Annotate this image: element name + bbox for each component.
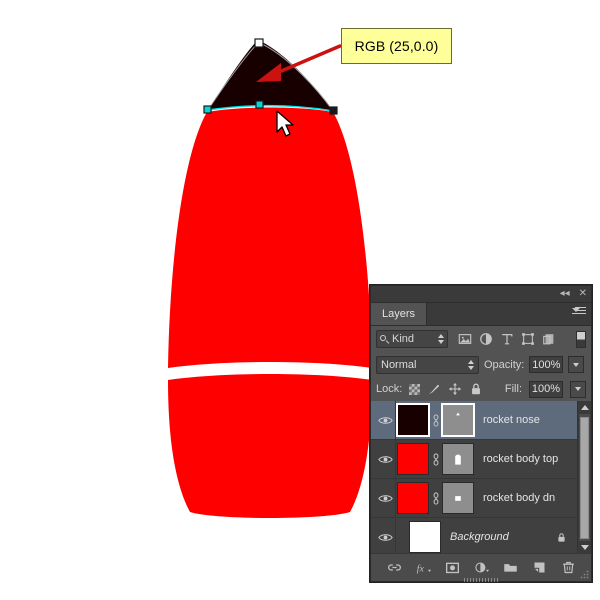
blend-mode-value: Normal bbox=[381, 358, 417, 371]
column-divider bbox=[395, 440, 396, 478]
mask-preview bbox=[443, 405, 473, 435]
layer-link-indicator-rocket-nose[interactable] bbox=[429, 413, 442, 427]
link-layers-icon[interactable] bbox=[387, 560, 402, 575]
new-layer-icon[interactable] bbox=[532, 560, 547, 575]
new-group-icon[interactable] bbox=[503, 560, 518, 575]
anchor-point-right bbox=[329, 106, 338, 115]
collapse-panel-icon[interactable]: ◂◂ bbox=[560, 289, 570, 299]
lock-label: Lock: bbox=[376, 383, 403, 395]
column-divider bbox=[395, 479, 396, 517]
layer-thumbnail-rocket-body-dn[interactable] bbox=[397, 482, 429, 514]
layers-panel[interactable]: ◂◂ ✕ Layers Kind Normal Opacity: 100% Lo… bbox=[370, 285, 592, 582]
eye-icon bbox=[377, 494, 393, 502]
type-layer-filter-icon[interactable] bbox=[500, 332, 514, 346]
layer-visibility-toggle-rocket-body-dn[interactable] bbox=[373, 493, 397, 504]
tab-layers-label: Layers bbox=[382, 308, 416, 320]
panel-tab-strip: Layers bbox=[371, 303, 591, 326]
layer-mask-rocket-body-dn[interactable] bbox=[442, 482, 474, 514]
lock-row: Lock: Fill: 100% bbox=[371, 377, 591, 402]
layers-panel-footer: fx bbox=[371, 553, 591, 582]
layer-row-rocket-nose[interactable]: rocket nose bbox=[371, 401, 591, 440]
rocket-body-top-shape bbox=[168, 107, 372, 368]
layer-locked-icon bbox=[558, 532, 565, 542]
filter-enable-toggle[interactable] bbox=[576, 330, 586, 348]
layer-name-rocket-body-top[interactable]: rocket body top bbox=[483, 453, 558, 465]
filter-kind-stepper-icon[interactable] bbox=[438, 334, 444, 344]
layer-row-rocket-body-top[interactable]: rocket body top bbox=[371, 440, 591, 479]
anchor-point-left bbox=[203, 105, 212, 114]
scroll-up-icon[interactable] bbox=[578, 401, 591, 414]
lock-position-icon[interactable] bbox=[448, 382, 462, 396]
layer-visibility-toggle-background[interactable] bbox=[373, 532, 397, 543]
eye-icon bbox=[377, 455, 393, 463]
blend-mode-stepper-icon[interactable] bbox=[468, 359, 474, 370]
layer-name-background[interactable]: Background bbox=[450, 531, 509, 543]
scrollbar-thumb[interactable] bbox=[580, 417, 589, 539]
tab-layers[interactable]: Layers bbox=[371, 303, 428, 325]
adjustment-layer-filter-icon[interactable] bbox=[479, 332, 493, 346]
mask-preview bbox=[443, 444, 473, 474]
anchor-point-mid bbox=[255, 100, 264, 109]
link-icon bbox=[433, 413, 438, 427]
panel-menu-caret-icon bbox=[572, 308, 580, 312]
search-icon bbox=[380, 334, 389, 344]
layer-name-rocket-body-dn[interactable]: rocket body dn bbox=[483, 492, 555, 504]
fill-dropdown-icon[interactable] bbox=[570, 380, 586, 398]
svg-text:fx: fx bbox=[416, 563, 424, 574]
fill-input[interactable]: 100% bbox=[529, 380, 563, 398]
eye-icon bbox=[377, 416, 393, 424]
close-panel-icon[interactable]: ✕ bbox=[579, 289, 587, 299]
layer-link-indicator-rocket-body-top[interactable] bbox=[429, 452, 442, 466]
layer-style-fx-icon[interactable]: fx bbox=[416, 560, 431, 575]
blend-mode-select[interactable]: Normal bbox=[376, 355, 479, 374]
eye-icon bbox=[377, 533, 393, 541]
opacity-input[interactable]: 100% bbox=[529, 356, 564, 373]
layer-link-indicator-rocket-body-dn[interactable] bbox=[429, 491, 442, 505]
layer-name-rocket-nose[interactable]: rocket nose bbox=[483, 414, 540, 426]
layers-list[interactable]: rocket nose rocket body top rocket body … bbox=[371, 401, 591, 554]
anchor-point-apex bbox=[254, 38, 264, 48]
delete-layer-icon[interactable] bbox=[561, 560, 576, 575]
panel-drag-handle[interactable] bbox=[464, 578, 498, 582]
panel-menu-icon[interactable] bbox=[572, 307, 586, 320]
shape-layer-filter-icon[interactable] bbox=[521, 332, 535, 346]
layer-mask-rocket-nose[interactable] bbox=[441, 403, 475, 437]
layer-mask-rocket-body-top[interactable] bbox=[442, 443, 474, 475]
layer-thumbnail-rocket-nose[interactable] bbox=[396, 403, 430, 437]
callout-label: RGB (25,0.0) bbox=[354, 38, 439, 54]
new-adjustment-layer-icon[interactable] bbox=[474, 560, 489, 575]
layer-visibility-toggle-rocket-body-top[interactable] bbox=[373, 454, 397, 465]
layer-row-rocket-body-dn[interactable]: rocket body dn bbox=[371, 479, 591, 518]
layers-scrollbar[interactable] bbox=[577, 401, 591, 554]
link-icon bbox=[433, 452, 438, 466]
column-divider bbox=[395, 401, 396, 439]
rgb-value-callout: RGB (25,0.0) bbox=[341, 28, 452, 64]
layer-thumbnail-rocket-body-top[interactable] bbox=[397, 443, 429, 475]
add-layer-mask-icon[interactable] bbox=[445, 560, 460, 575]
panel-titlebar: ◂◂ ✕ bbox=[371, 286, 591, 303]
opacity-dropdown-icon[interactable] bbox=[568, 356, 585, 373]
layer-thumbnail-background[interactable] bbox=[409, 521, 441, 553]
fill-label: Fill: bbox=[504, 383, 522, 395]
mask-preview bbox=[443, 483, 473, 513]
filter-kind-select[interactable]: Kind bbox=[376, 330, 448, 348]
layer-row-background[interactable]: Background bbox=[371, 518, 591, 554]
layer-visibility-toggle-rocket-nose[interactable] bbox=[373, 415, 397, 426]
smart-object-filter-icon[interactable] bbox=[542, 332, 556, 346]
lock-all-icon[interactable] bbox=[469, 382, 483, 396]
link-icon bbox=[433, 491, 438, 505]
blend-mode-row: Normal Opacity: 100% bbox=[371, 352, 591, 377]
rocket-body-dn-shape bbox=[168, 374, 372, 518]
column-divider bbox=[395, 518, 396, 554]
lock-transparent-pixels-icon[interactable] bbox=[409, 383, 421, 395]
filter-kind-label: Kind bbox=[392, 333, 415, 345]
pixel-layer-filter-icon[interactable] bbox=[458, 332, 472, 346]
opacity-label: Opacity: bbox=[484, 358, 525, 371]
lock-image-pixels-icon[interactable] bbox=[427, 382, 441, 396]
resize-grip-icon[interactable] bbox=[580, 570, 589, 579]
layer-filter-row: Kind bbox=[371, 326, 591, 352]
